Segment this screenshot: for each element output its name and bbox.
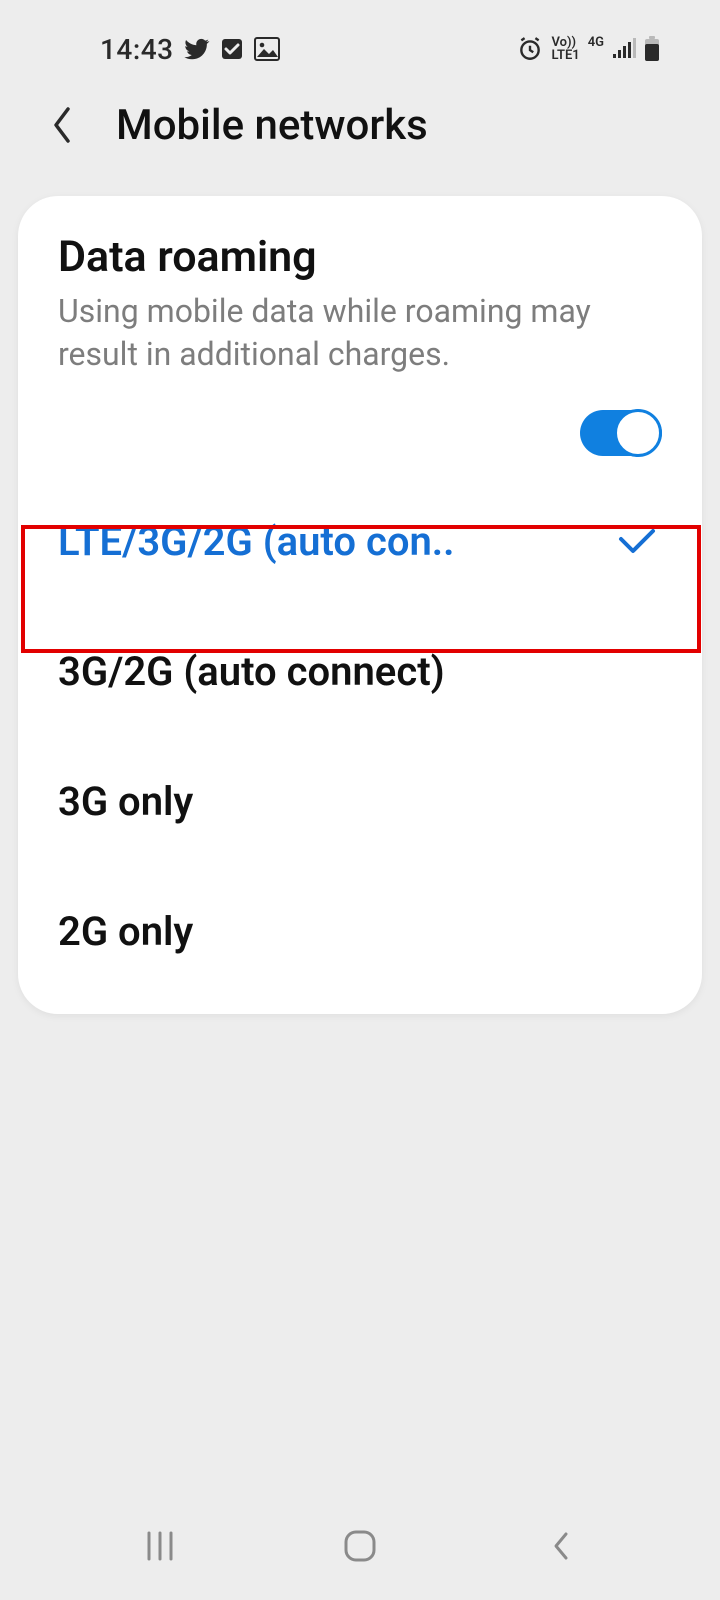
status-bar: 14:43 Vo)) LTE1 4G — [0, 0, 720, 70]
home-button[interactable] — [320, 1524, 400, 1568]
page-title: Mobile networks — [116, 101, 428, 150]
network-mode-option-3g-2g[interactable]: 3G/2G (auto connect) — [58, 606, 662, 736]
battery-icon — [644, 36, 660, 62]
network-mode-option-2g-only[interactable]: 2G only — [58, 866, 662, 996]
nav-back-button[interactable] — [520, 1524, 600, 1568]
signal-icon — [612, 38, 636, 60]
network-bot: LTE1 — [551, 49, 579, 62]
status-left: 14:43 — [100, 33, 280, 66]
data-arrows-icon — [588, 49, 604, 62]
home-icon — [342, 1528, 378, 1564]
network-mode-options: LTE/3G/2G (auto con.. 3G/2G (auto connec… — [58, 476, 662, 996]
page-header: Mobile networks — [0, 70, 720, 180]
status-right: Vo)) LTE1 4G — [517, 36, 660, 62]
option-label: 2G only — [58, 908, 193, 955]
picture-icon — [254, 37, 280, 61]
network-gen-text: 4G — [588, 36, 604, 49]
option-label: 3G/2G (auto connect) — [58, 648, 445, 695]
data-roaming-title: Data roaming — [58, 232, 662, 282]
option-label: 3G only — [58, 778, 193, 825]
status-time: 14:43 — [100, 33, 174, 66]
system-navbar — [0, 1510, 720, 1600]
network-label: Vo)) LTE1 — [551, 36, 579, 62]
data-roaming-description: Using mobile data while roaming may resu… — [58, 290, 662, 376]
settings-card: Data roaming Using mobile data while roa… — [18, 196, 702, 1014]
alarm-icon — [517, 36, 543, 62]
network-mode-option-lte-3g-2g[interactable]: LTE/3G/2G (auto con.. — [58, 476, 662, 606]
data-roaming-setting[interactable]: Data roaming Using mobile data while roa… — [58, 232, 662, 456]
chevron-left-icon — [48, 103, 76, 147]
data-roaming-toggle[interactable] — [580, 410, 662, 456]
toggle-knob — [614, 409, 662, 457]
option-label: LTE/3G/2G (auto con.. — [58, 518, 455, 565]
chevron-left-icon — [548, 1528, 572, 1564]
back-button[interactable] — [36, 99, 88, 151]
network-mode-option-3g-only[interactable]: 3G only — [58, 736, 662, 866]
checkbox-icon — [220, 37, 244, 61]
check-icon — [612, 525, 662, 557]
recents-button[interactable] — [120, 1524, 200, 1568]
network-gen: 4G — [588, 36, 604, 62]
recents-icon — [143, 1529, 177, 1563]
twitter-icon — [184, 36, 210, 62]
